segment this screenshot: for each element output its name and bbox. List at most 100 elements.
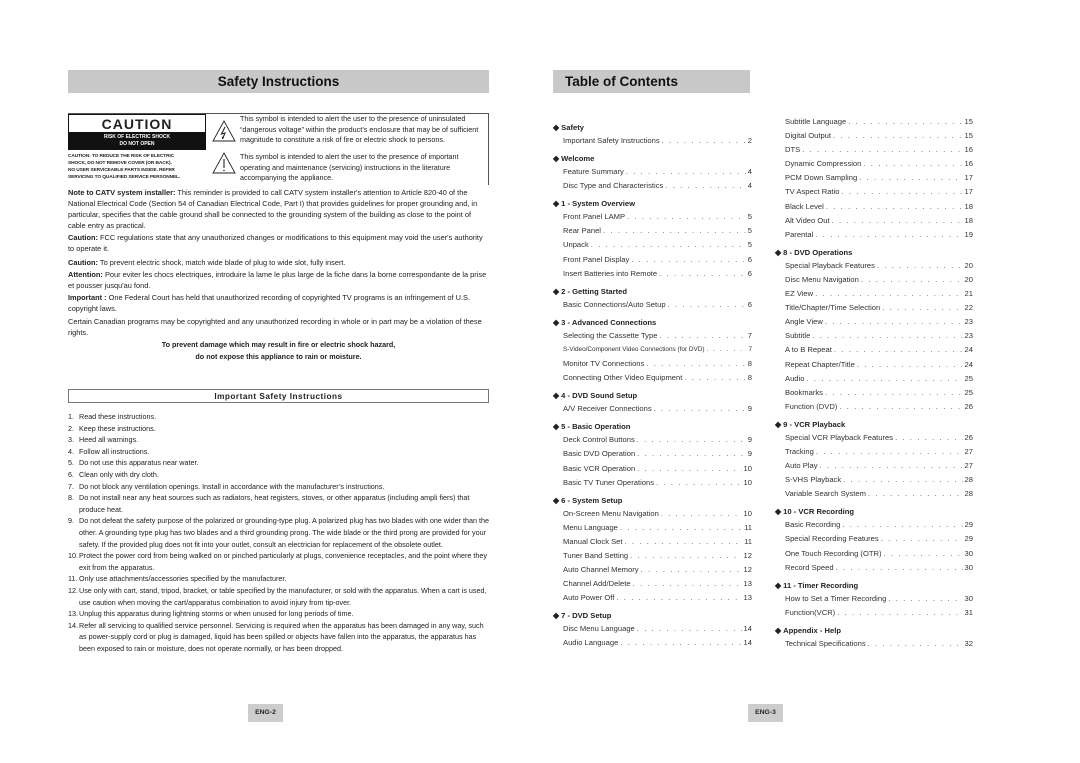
toc-entry[interactable]: Digital Output. . . . . . . . . . . . . …: [775, 129, 973, 143]
diamond-bullet-icon: ◆: [775, 580, 782, 590]
toc-entry[interactable]: Tuner Band Setting. . . . . . . . . . . …: [553, 549, 752, 563]
toc-entry[interactable]: Repeat Chapter/Title. . . . . . . . . . …: [775, 358, 973, 372]
toc-entry[interactable]: Channel Add/Delete. . . . . . . . . . . …: [553, 577, 752, 591]
toc-entry[interactable]: Audio. . . . . . . . . . . . . . . . . .…: [775, 372, 973, 386]
toc-section: ◆ 10 - VCR Recording Basic Recording. . . …: [775, 505, 973, 574]
toc-entry[interactable]: Rear Panel. . . . . . . . . . . . . . . …: [553, 224, 752, 238]
toc-entry[interactable]: Dynamic Compression. . . . . . . . . . .…: [775, 157, 973, 171]
dot-leader: . . . . . . . . . . . . . . . . . . . . …: [631, 254, 746, 264]
toc-section-heading[interactable]: ◆ 5 - Basic Operation: [553, 420, 752, 433]
diamond-bullet-icon: ◆: [553, 611, 560, 621]
toc-section-title: 9 - VCR Playback: [783, 419, 846, 429]
toc-section-heading[interactable]: ◆ 8 - DVD Operations: [775, 246, 973, 259]
toc-section-heading[interactable]: ◆ 4 - DVD Sound Setup: [553, 389, 752, 402]
toc-entry[interactable]: Auto Play. . . . . . . . . . . . . . . .…: [775, 459, 973, 473]
toc-page-number: 9: [747, 435, 752, 445]
toc-section-heading[interactable]: ◆ 3 - Advanced Connections: [553, 316, 752, 329]
toc-entry[interactable]: Front Panel LAMP. . . . . . . . . . . . …: [553, 210, 752, 224]
toc-entry[interactable]: Basic Recording. . . . . . . . . . . . .…: [775, 518, 973, 532]
toc-entry-title: A to B Repeat: [785, 345, 832, 355]
toc-entry[interactable]: Audio Language. . . . . . . . . . . . . …: [553, 636, 752, 650]
toc-entry[interactable]: Unpack. . . . . . . . . . . . . . . . . …: [553, 238, 752, 252]
diamond-bullet-icon: ◆: [553, 317, 560, 327]
toc-entry[interactable]: Auto Channel Memory. . . . . . . . . . .…: [553, 563, 752, 577]
toc-entry[interactable]: Function (DVD). . . . . . . . . . . . . …: [775, 400, 973, 414]
toc-entry[interactable]: Parental. . . . . . . . . . . . . . . . …: [775, 228, 973, 242]
toc-entry-title: S-VHS Playback: [785, 475, 842, 485]
toc-entry[interactable]: Alt Video Out. . . . . . . . . . . . . .…: [775, 214, 973, 228]
toc-section-heading[interactable]: ◆ 10 - VCR Recording: [775, 505, 973, 518]
toc-entry[interactable]: Subtitle Language. . . . . . . . . . . .…: [775, 115, 973, 129]
toc-entry-title: Unpack: [563, 240, 589, 250]
toc-entry-title: Subtitle Language: [785, 117, 847, 126]
toc-entry[interactable]: Bookmarks. . . . . . . . . . . . . . . .…: [775, 386, 973, 400]
toc-entry[interactable]: S-VHS Playback. . . . . . . . . . . . . …: [775, 473, 973, 487]
toc-entry[interactable]: A/V Receiver Connections. . . . . . . . …: [553, 402, 752, 416]
toc-entry[interactable]: Special VCR Playback Features. . . . . .…: [775, 431, 973, 445]
toc-entry[interactable]: TV Aspect Ratio. . . . . . . . . . . . .…: [775, 185, 973, 199]
toc-entry[interactable]: Technical Specifications. . . . . . . . …: [775, 637, 973, 651]
toc-section-heading[interactable]: ◆ 7 - DVD Setup: [553, 609, 752, 622]
note-label: Caution:: [68, 258, 98, 267]
toc-entry[interactable]: Subtitle. . . . . . . . . . . . . . . . …: [775, 329, 973, 343]
symbol-description: This symbol is intended to alert the use…: [240, 114, 479, 144]
toc-entry-title: Special Recording Features: [785, 534, 879, 544]
toc-entry[interactable]: Menu Language. . . . . . . . . . . . . .…: [553, 521, 752, 535]
toc-entry[interactable]: Black Level. . . . . . . . . . . . . . .…: [775, 200, 973, 214]
toc-entry[interactable]: DTS. . . . . . . . . . . . . . . . . . .…: [775, 143, 973, 157]
toc-entry[interactable]: Record Speed. . . . . . . . . . . . . . …: [775, 561, 973, 575]
toc-entry[interactable]: PCM Down Sampling. . . . . . . . . . . .…: [775, 171, 973, 185]
toc-entry[interactable]: On-Screen Menu Navigation. . . . . . . .…: [553, 507, 752, 521]
toc-page-number: 12: [743, 550, 752, 560]
toc-entry[interactable]: Insert Batteries into Remote. . . . . . …: [553, 267, 752, 281]
toc-entry[interactable]: How to Set a Timer Recording. . . . . . …: [775, 592, 973, 606]
caution-heading: CAUTION: [68, 114, 206, 132]
toc-entry[interactable]: Function(VCR). . . . . . . . . . . . . .…: [775, 606, 973, 620]
toc-section-heading[interactable]: ◆ 6 - System Setup: [553, 494, 752, 507]
toc-entry-title: Basic Connections/Auto Setup: [563, 299, 666, 309]
toc-entry[interactable]: Special Recording Features. . . . . . . …: [775, 532, 973, 546]
toc-entry[interactable]: Title/Chapter/Time Selection. . . . . . …: [775, 301, 973, 315]
toc-entry[interactable]: Basic TV Tuner Operations. . . . . . . .…: [553, 476, 752, 490]
toc-entry[interactable]: Auto Power Off. . . . . . . . . . . . . …: [553, 591, 752, 605]
toc-entry[interactable]: Basic Connections/Auto Setup. . . . . . …: [553, 298, 752, 312]
toc-section-heading[interactable]: ◆ 9 - VCR Playback: [775, 418, 973, 431]
toc-entry[interactable]: Tracking. . . . . . . . . . . . . . . . …: [775, 445, 973, 459]
note-text: FCC regulations state that any unauthori…: [68, 233, 483, 254]
toc-section-title: 10 - VCR Recording: [783, 507, 855, 517]
toc-entry[interactable]: Important Safety Instructions. . . . . .…: [553, 134, 752, 148]
diamond-bullet-icon: ◆: [553, 422, 560, 432]
toc-entry[interactable]: Deck Control Buttons. . . . . . . . . . …: [553, 433, 752, 447]
rule-number: 10.: [68, 551, 78, 561]
toc-entry[interactable]: Monitor TV Connections. . . . . . . . . …: [553, 357, 752, 371]
toc-entry[interactable]: Connecting Other Video Equipment. . . . …: [553, 371, 752, 385]
toc-entry[interactable]: Front Panel Display. . . . . . . . . . .…: [553, 253, 752, 267]
toc-entry[interactable]: Manual Clock Set. . . . . . . . . . . . …: [553, 535, 752, 549]
toc-entry[interactable]: Angle View. . . . . . . . . . . . . . . …: [775, 315, 973, 329]
toc-entry[interactable]: Feature Summary. . . . . . . . . . . . .…: [553, 165, 752, 179]
toc-section-heading[interactable]: ◆ Welcome: [553, 152, 752, 165]
toc-section-heading[interactable]: ◆ 2 - Getting Started: [553, 285, 752, 298]
toc-entry[interactable]: Disc Menu Navigation. . . . . . . . . . …: [775, 273, 973, 287]
toc-section-heading[interactable]: ◆ 1 - System Overview: [553, 197, 752, 210]
dot-leader: . . . . . . . . . . . . . . . . . . . . …: [895, 432, 962, 442]
toc-entry-title: Connecting Other Video Equipment: [563, 373, 683, 383]
toc-section-heading[interactable]: ◆ Appendix - Help: [775, 624, 973, 637]
toc-entry[interactable]: Selecting the Cassette Type. . . . . . .…: [553, 329, 752, 343]
toc-section-heading[interactable]: ◆ Safety: [553, 121, 752, 134]
toc-entry[interactable]: A to B Repeat. . . . . . . . . . . . . .…: [775, 343, 973, 357]
toc-entry[interactable]: Disc Type and Characteristics. . . . . .…: [553, 179, 752, 193]
safety-rule: 8. Do not install near any heat sources s…: [68, 492, 489, 515]
toc-entry[interactable]: Variable Search System. . . . . . . . . …: [775, 487, 973, 501]
dot-leader: . . . . . . . . . . . . . . . . . . . . …: [825, 201, 963, 211]
toc-entry[interactable]: EZ View. . . . . . . . . . . . . . . . .…: [775, 287, 973, 301]
toc-entry[interactable]: Basic VCR Operation. . . . . . . . . . .…: [553, 462, 752, 476]
toc-entry[interactable]: One Touch Recording (OTR). . . . . . . .…: [775, 547, 973, 561]
toc-entry[interactable]: S-Video/Component Video Connections (for…: [553, 343, 752, 357]
toc-entry[interactable]: Basic DVD Operation. . . . . . . . . . .…: [553, 447, 752, 461]
dot-leader: . . . . . . . . . . . . . . . . . . . . …: [603, 226, 746, 236]
toc-section-heading[interactable]: ◆ 11 - Timer Recording: [775, 579, 973, 592]
toc-section: ◆ 2 - Getting Started Basic Connections/Au…: [553, 285, 752, 312]
toc-entry[interactable]: Disc Menu Language. . . . . . . . . . . …: [553, 622, 752, 636]
toc-entry[interactable]: Special Playback Features. . . . . . . .…: [775, 259, 973, 273]
